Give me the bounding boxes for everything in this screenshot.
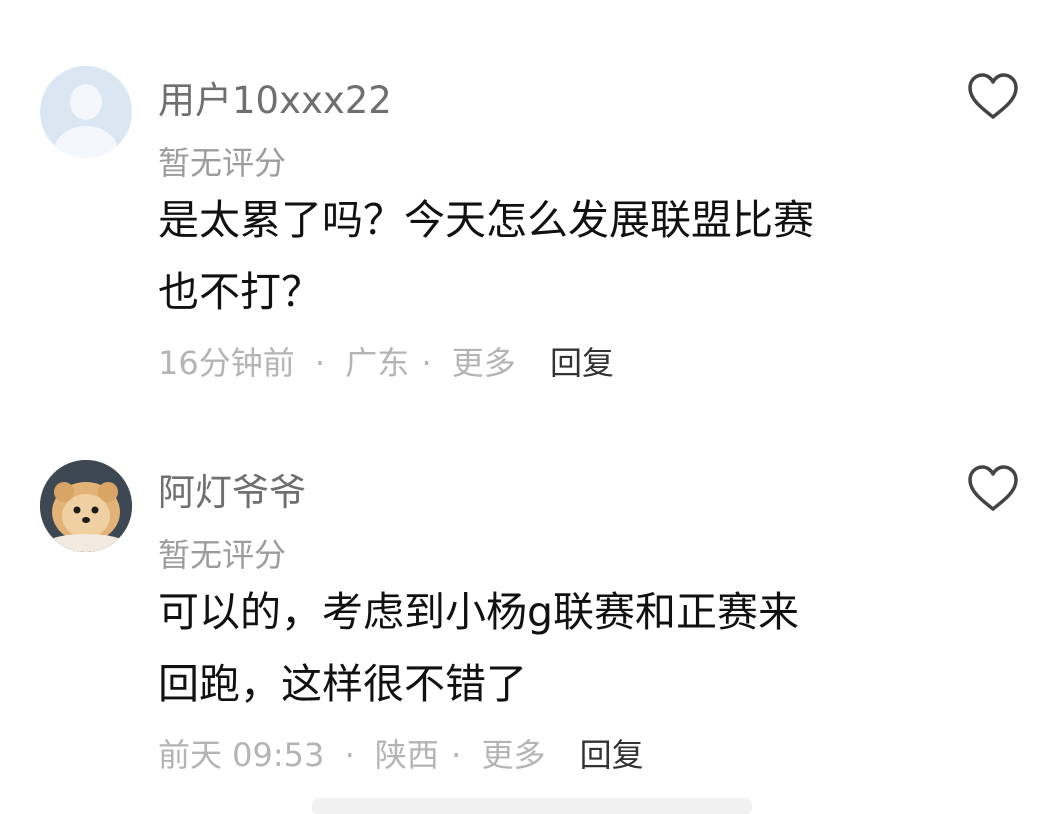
like-button[interactable]: [966, 72, 1020, 122]
rating-text: 暂无评分: [158, 536, 287, 574]
comment-text: 可以的，考虑到小杨g联赛和正赛来 回跑，这样很不错了: [158, 576, 958, 720]
comment-line: 也不打？: [158, 268, 322, 316]
comment-meta: 前天 09:53 · 陕西 · 更多 回复: [158, 730, 644, 776]
comment-line: 可以的，考虑到小杨g联赛和正赛来: [158, 588, 800, 636]
more-link[interactable]: 更多: [452, 338, 516, 384]
avatar-head-shape: [70, 84, 102, 120]
avatar[interactable]: [40, 66, 132, 158]
username[interactable]: 用户10xxx22: [158, 70, 392, 124]
avatar[interactable]: [40, 460, 132, 552]
rating-text: 暂无评分: [158, 144, 287, 182]
reply-button[interactable]: 回复: [580, 730, 644, 776]
separator: ·: [451, 736, 462, 774]
comment-line: 回跑，这样很不错了: [158, 660, 527, 708]
separator: ·: [421, 344, 432, 382]
like-button[interactable]: [966, 464, 1020, 514]
location: 陕西: [374, 736, 439, 774]
comment-meta: 16分钟前 · 广东 · 更多 回复: [158, 338, 614, 384]
pomeranian-dog-photo: [40, 460, 132, 552]
heart-outline-icon: [968, 465, 1018, 511]
username[interactable]: 阿灯爷爷: [158, 462, 306, 516]
more-link[interactable]: 更多: [481, 730, 545, 776]
comment-line: 是太累了吗？今天怎么发展联盟比赛: [158, 196, 814, 244]
separator: ·: [344, 736, 355, 774]
heart-outline-icon: [968, 73, 1018, 119]
reply-button[interactable]: 回复: [550, 338, 614, 384]
comment-text: 是太累了吗？今天怎么发展联盟比赛 也不打？: [158, 184, 958, 328]
timestamp: 16分钟前: [158, 344, 295, 382]
separator: ·: [314, 344, 326, 382]
avatar-body-shape: [54, 126, 118, 158]
bottom-divider: [312, 798, 752, 814]
timestamp: 前天 09:53: [158, 736, 325, 774]
location: 广东: [345, 344, 410, 382]
